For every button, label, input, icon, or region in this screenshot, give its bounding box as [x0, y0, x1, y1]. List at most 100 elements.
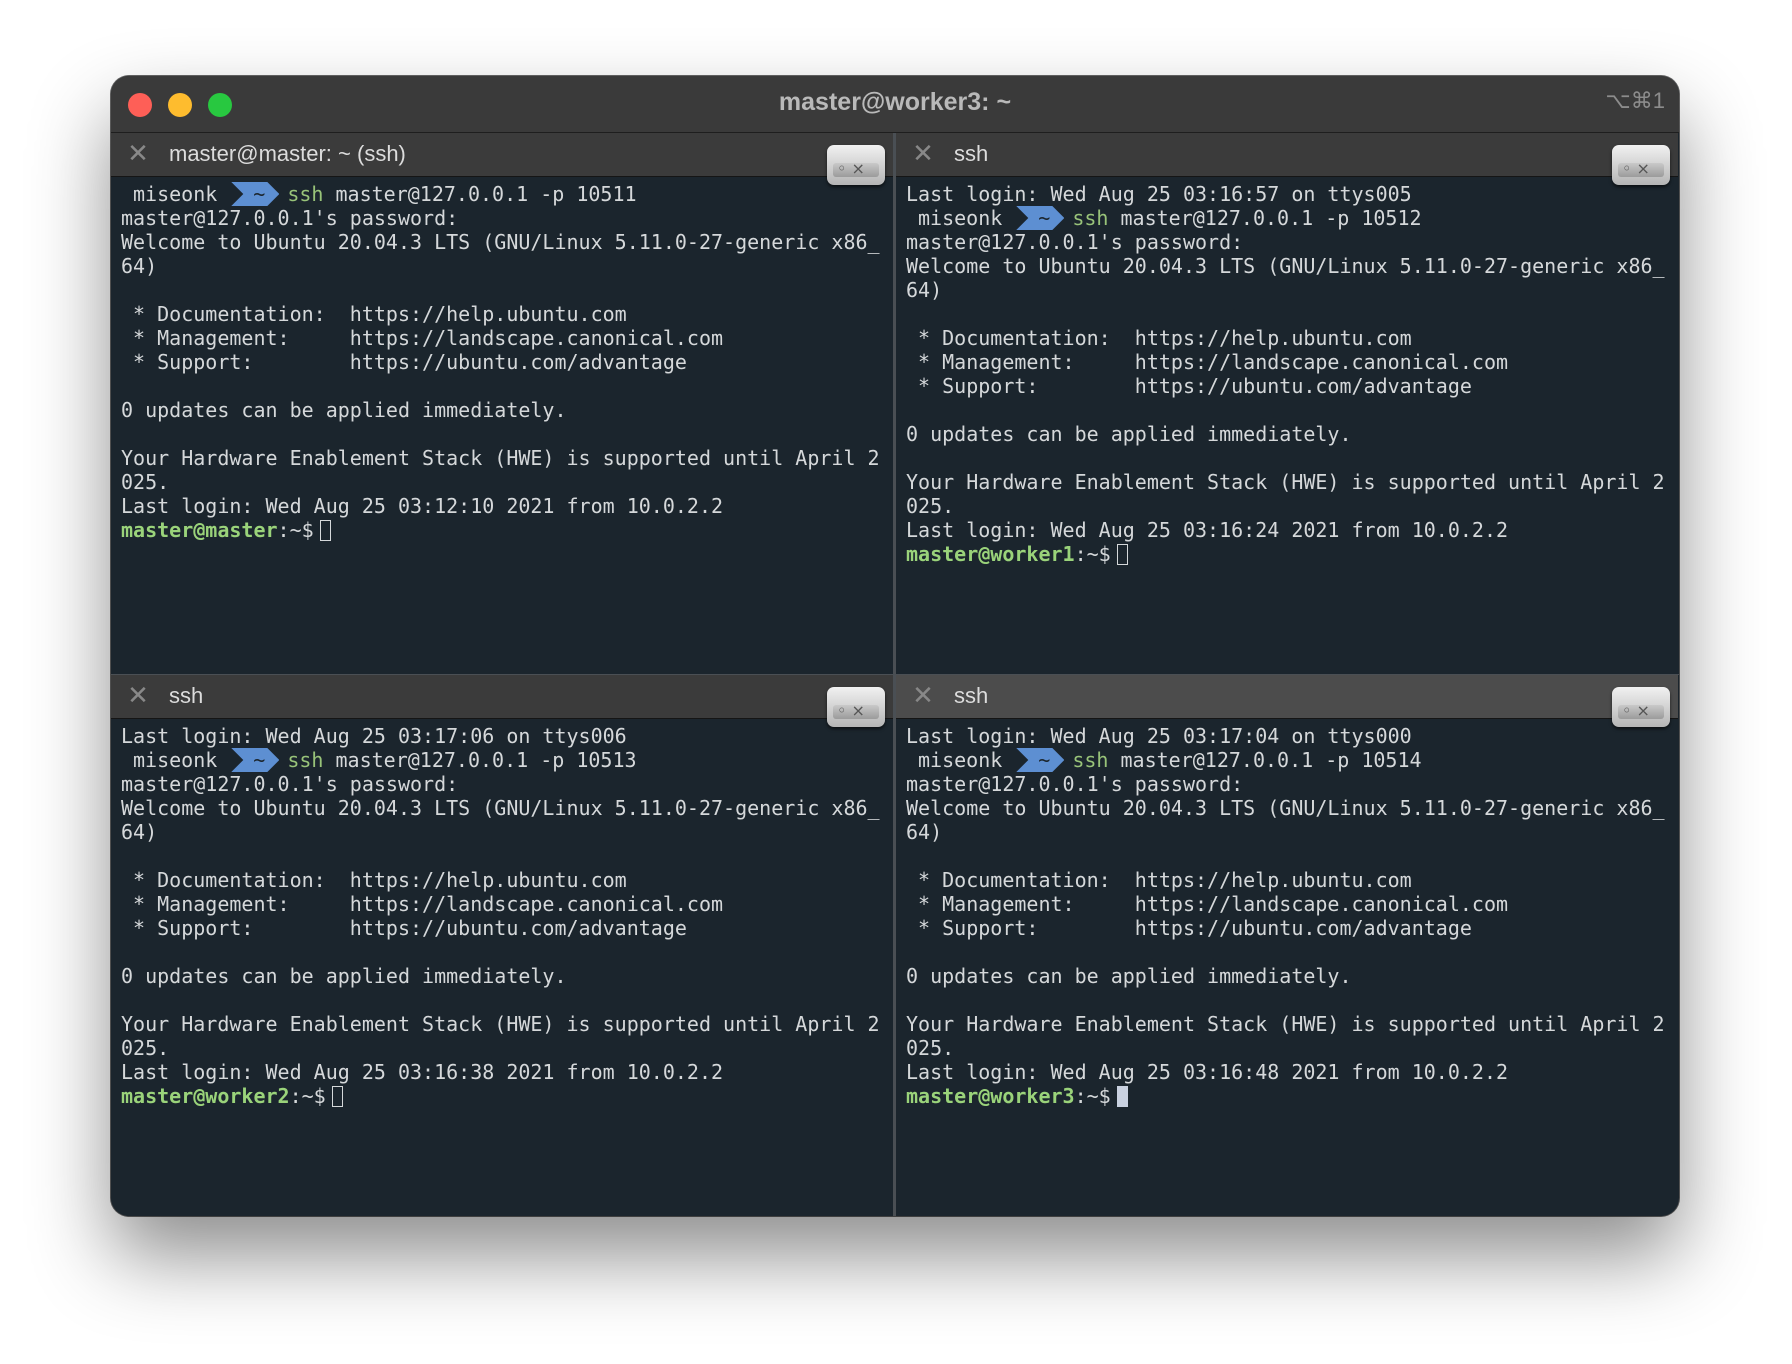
terminal-line: * Management: https://landscape.canonica…: [906, 350, 1509, 374]
close-icon[interactable]: ✕: [910, 682, 936, 708]
terminal-output[interactable]: Last login: Wed Aug 25 03:16:57 on ttys0…: [906, 182, 1668, 566]
window-shortcut-label: ⌥⌘1: [1605, 88, 1665, 113]
terminal-line: miseonk ~ ssh master@127.0.0.1 -p 10513: [121, 748, 883, 772]
terminal-line: 64): [906, 820, 943, 844]
terminal-output[interactable]: Last login: Wed Aug 25 03:17:04 on ttys0…: [906, 724, 1668, 1108]
pane-tab-title: ssh: [954, 683, 989, 708]
pane-tab-bar: ✕ ssh: [896, 675, 1678, 719]
text-cursor: [319, 520, 331, 541]
terminal-line: * Management: https://landscape.canonica…: [906, 892, 1509, 916]
pane-bottom-right-active[interactable]: ✕ ssh Last login: Wed Aug 25 03:17:04 on…: [896, 675, 1678, 1216]
terminal-line: 025.: [906, 494, 955, 518]
terminal-line: miseonk ~ ssh master@127.0.0.1 -p 10514: [906, 748, 1668, 772]
terminal-output[interactable]: miseonk ~ ssh master@127.0.0.1 -p 10511 mas…: [121, 182, 883, 542]
pane-tab-title: ssh: [954, 141, 989, 166]
pane-top-left[interactable]: ✕ master@master: ~ (ssh) miseonk ~ ssh mas…: [111, 133, 893, 674]
terminal-line: master@127.0.0.1's password:: [906, 772, 1244, 796]
remote-prompt-user-host: master@master: [121, 518, 278, 542]
terminal-line: Last login: Wed Aug 25 03:17:04 on ttys0…: [906, 724, 1412, 748]
terminal-line: Last login: Wed Aug 25 03:12:10 2021 fro…: [121, 494, 724, 518]
remote-prompt-path: :~$: [1074, 1084, 1111, 1108]
terminal-line: * Documentation: https://help.ubuntu.com: [121, 302, 627, 326]
terminal-line: 64): [906, 278, 943, 302]
terminal-line: Your Hardware Enablement Stack (HWE) is …: [906, 1012, 1665, 1036]
terminal-line: 64): [121, 254, 158, 278]
terminal-line: Last login: Wed Aug 25 03:16:48 2021 fro…: [906, 1060, 1509, 1084]
terminal-line: Last login: Wed Aug 25 03:16:24 2021 fro…: [906, 518, 1509, 542]
pane-tab-title: master@master: ~ (ssh): [169, 141, 406, 166]
terminal-line: Welcome to Ubuntu 20.04.3 LTS (GNU/Linux…: [906, 796, 1665, 820]
pane-tab-bar: ✕ ssh: [111, 675, 893, 719]
terminal-line: master@127.0.0.1's password:: [121, 772, 459, 796]
terminal-line: Your Hardware Enablement Stack (HWE) is …: [121, 1012, 880, 1036]
command-args: master@127.0.0.1 -p 10511: [323, 182, 637, 206]
terminal-line: 0 updates can be applied immediately.: [121, 398, 567, 422]
terminal-window: master@worker3: ~ ⌥⌘1 ✕ master@master: ~…: [111, 76, 1679, 1216]
terminal-line: * Management: https://landscape.canonica…: [121, 326, 724, 350]
terminal-line: 64): [121, 820, 158, 844]
remote-prompt-path: :~$: [277, 518, 314, 542]
terminal-line: * Documentation: https://help.ubuntu.com: [906, 326, 1412, 350]
terminal-line: * Documentation: https://help.ubuntu.com: [906, 868, 1412, 892]
terminal-line: master@worker3:~$: [906, 1084, 1668, 1108]
pane-tab-bar: ✕ master@master: ~ (ssh): [111, 133, 893, 177]
text-cursor: [1116, 1086, 1128, 1107]
window-title: master@worker3: ~: [778, 88, 1012, 116]
local-prompt-dir-segment: ~: [231, 748, 279, 772]
terminal-line: * Support: https://ubuntu.com/advantage: [121, 916, 687, 940]
close-icon[interactable]: ✕: [125, 140, 151, 166]
terminal-line: * Documentation: https://help.ubuntu.com: [121, 868, 627, 892]
close-icon[interactable]: ✕: [910, 140, 936, 166]
remote-prompt-user-host: master@worker1: [906, 542, 1075, 566]
command-args: master@127.0.0.1 -p 10514: [1108, 748, 1422, 772]
terminal-line: Your Hardware Enablement Stack (HWE) is …: [121, 446, 880, 470]
hard-drive-icon: [1612, 687, 1670, 727]
terminal-line: Last login: Wed Aug 25 03:16:57 on ttys0…: [906, 182, 1412, 206]
text-cursor: [1116, 544, 1128, 565]
terminal-line: master@worker1:~$: [906, 542, 1668, 566]
remote-prompt-path: :~$: [1074, 542, 1111, 566]
terminal-line: master@127.0.0.1's password:: [906, 230, 1244, 254]
terminal-line: master@master:~$: [121, 518, 883, 542]
terminal-line: 0 updates can be applied immediately.: [906, 422, 1352, 446]
terminal-line: 0 updates can be applied immediately.: [121, 964, 567, 988]
remote-prompt-user-host: master@worker3: [906, 1084, 1075, 1108]
terminal-line: miseonk ~ ssh master@127.0.0.1 -p 10511: [121, 182, 883, 206]
command-args: master@127.0.0.1 -p 10512: [1108, 206, 1422, 230]
title-bar[interactable]: master@worker3: ~ ⌥⌘1: [111, 76, 1679, 133]
close-icon[interactable]: ✕: [125, 682, 151, 708]
hard-drive-icon: [827, 145, 885, 185]
local-prompt-user: miseonk: [133, 182, 218, 206]
command-name: ssh: [287, 748, 324, 772]
pane-bottom-left[interactable]: ✕ ssh Last login: Wed Aug 25 03:17:06 on…: [111, 675, 893, 1216]
hard-drive-icon: [827, 687, 885, 727]
pane-tab-bar: ✕ ssh: [896, 133, 1678, 177]
terminal-line: 025.: [121, 470, 170, 494]
terminal-output[interactable]: Last login: Wed Aug 25 03:17:06 on ttys0…: [121, 724, 883, 1108]
text-cursor: [331, 1086, 343, 1107]
terminal-line: master@127.0.0.1's password:: [121, 206, 459, 230]
terminal-line: 025.: [121, 1036, 170, 1060]
hard-drive-icon: [1612, 145, 1670, 185]
local-prompt-dir-segment: ~: [231, 182, 279, 206]
command-name: ssh: [1072, 206, 1109, 230]
terminal-line: * Support: https://ubuntu.com/advantage: [906, 916, 1472, 940]
command-name: ssh: [287, 182, 324, 206]
pane-top-right[interactable]: ✕ ssh Last login: Wed Aug 25 03:16:57 on…: [896, 133, 1678, 674]
command-args: master@127.0.0.1 -p 10513: [323, 748, 637, 772]
terminal-line: 025.: [906, 1036, 955, 1060]
terminal-line: Last login: Wed Aug 25 03:16:38 2021 fro…: [121, 1060, 724, 1084]
pane-divider-horizontal[interactable]: [111, 674, 1679, 675]
local-prompt-user: miseonk: [918, 206, 1003, 230]
terminal-line: 0 updates can be applied immediately.: [906, 964, 1352, 988]
remote-prompt-path: :~$: [289, 1084, 326, 1108]
terminal-line: Welcome to Ubuntu 20.04.3 LTS (GNU/Linux…: [121, 230, 880, 254]
